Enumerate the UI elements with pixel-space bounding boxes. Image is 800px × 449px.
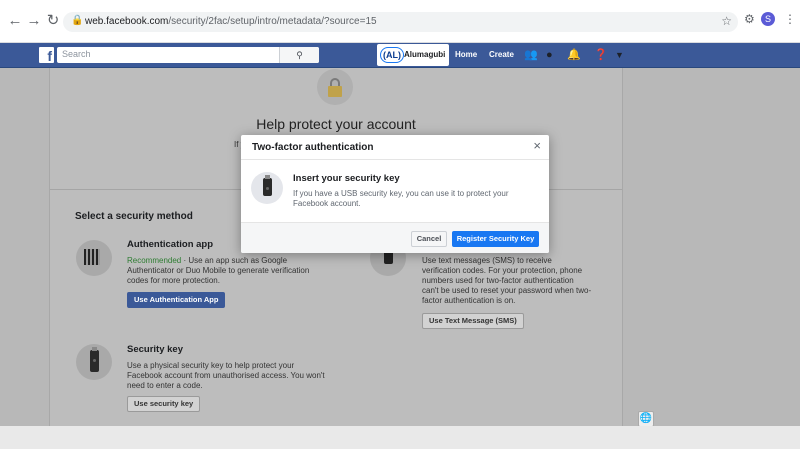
dialog-header: Two-factor authentication × <box>241 135 549 160</box>
url-text: web.facebook.com/security/2fac/setup/int… <box>85 16 377 27</box>
search-input[interactable]: Search <box>62 49 91 59</box>
star-icon[interactable]: ☆ <box>721 14 732 28</box>
bottom-bar <box>0 426 800 449</box>
two-factor-dialog: Two-factor authentication × Insert your … <box>241 135 549 253</box>
forward-arrow-icon[interactable]: → <box>25 12 43 30</box>
notifications-icon[interactable]: 🔔 <box>567 48 581 62</box>
messenger-icon[interactable]: ● <box>546 48 553 62</box>
cancel-button[interactable]: Cancel <box>411 231 447 247</box>
chevron-down-icon[interactable]: ▼ <box>615 48 624 62</box>
profile-name: Alumagubi <box>404 50 446 59</box>
dialog-title: Two-factor authentication <box>252 142 374 153</box>
friends-icon[interactable]: 👥 <box>524 48 538 62</box>
extensions-icon[interactable]: ⚙ <box>744 12 755 26</box>
dialog-description: If you have a USB security key, you can … <box>293 189 509 208</box>
create-link[interactable]: Create <box>489 50 514 59</box>
recommended-label: Recommended <box>127 256 182 265</box>
help-icon[interactable]: ❓ <box>594 48 608 62</box>
facebook-top-bar: f Search ⚲ (AL) Alumagubi Home Create 👥 … <box>0 43 800 68</box>
sms-desc: Use text messages (SMS) to receive verif… <box>422 256 592 305</box>
menu-icon[interactable]: ⋮ <box>784 12 796 26</box>
profile-link[interactable]: (AL) Alumagubi <box>377 44 449 66</box>
search-icon[interactable]: ⚲ <box>279 47 319 63</box>
home-link[interactable]: Home <box>455 50 477 59</box>
page-title: Help protect your account <box>256 116 416 132</box>
use-security-key-button[interactable]: Use security key <box>127 396 201 412</box>
dialog-footer: Cancel Register Security Key <box>241 222 549 253</box>
search-box[interactable]: Search ⚲ <box>57 47 319 63</box>
browser-toolbar: ← → ↻ 🔒 web.facebook.com/security/2fac/s… <box>0 0 800 43</box>
security-key-title: Security key <box>127 344 183 355</box>
register-security-key-button[interactable]: Register Security Key <box>452 231 539 247</box>
use-text-message-button[interactable]: Use Text Message (SMS) <box>422 313 524 329</box>
address-bar[interactable]: 🔒 web.facebook.com/security/2fac/setup/i… <box>63 12 738 32</box>
profile-logo: (AL) <box>380 47 404 63</box>
qr-code-icon <box>76 240 112 276</box>
globe-icon[interactable]: 🌐 <box>638 411 654 427</box>
use-auth-app-button[interactable]: Use Authentication App <box>127 292 226 308</box>
facebook-logo[interactable]: f <box>39 47 54 64</box>
close-icon[interactable]: × <box>533 139 541 153</box>
unlock-icon <box>317 69 353 105</box>
security-key-icon <box>251 172 283 204</box>
security-key-icon <box>76 344 112 380</box>
reload-icon[interactable]: ↻ <box>44 12 62 30</box>
select-method-title: Select a security method <box>75 211 193 222</box>
browser-profile-avatar[interactable]: S <box>761 12 775 26</box>
auth-app-title: Authentication app <box>127 239 214 250</box>
auth-app-desc: Recommended · Use an app such as Google … <box>127 256 310 285</box>
dialog-subtitle: Insert your security key <box>293 173 400 184</box>
security-key-desc: Use a physical security key to help prot… <box>127 361 325 390</box>
back-arrow-icon[interactable]: ← <box>6 12 24 30</box>
lock-icon: 🔒 <box>71 15 84 26</box>
